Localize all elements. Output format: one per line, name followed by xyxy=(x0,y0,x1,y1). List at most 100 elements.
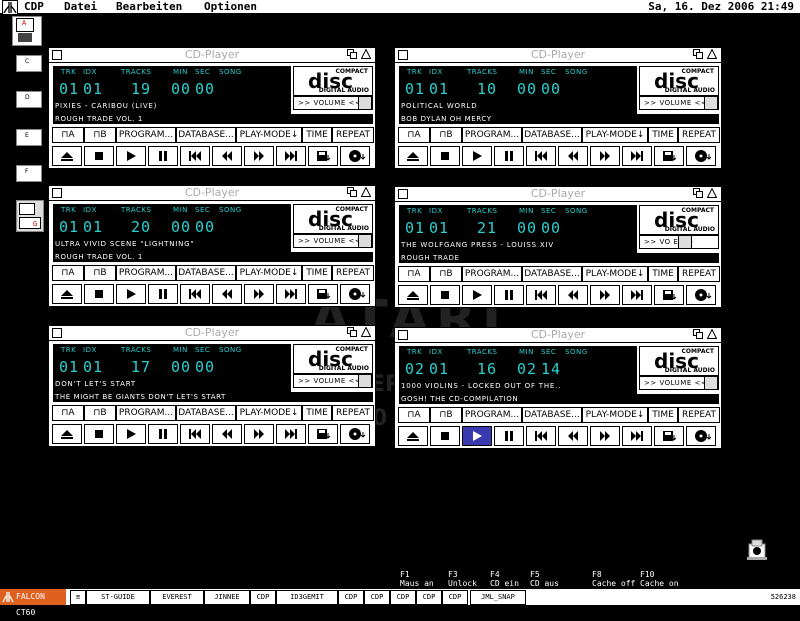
cd-player-window[interactable]: CD-Player TRK IDX TRACKS MIN SEC SONG 01 01 19 00 0… xyxy=(48,47,376,169)
repeat-button[interactable]: REPEAT xyxy=(678,266,720,282)
program-button[interactable]: PROGRAM... xyxy=(462,266,522,282)
taskbar-item[interactable]: EVEREST xyxy=(150,590,204,605)
stop-button[interactable] xyxy=(84,146,114,166)
cd-player-window[interactable]: CD-Player TRK IDX TRACKS MIN SEC SONG 01 01 10 00 0… xyxy=(394,47,722,169)
iconify-icon[interactable] xyxy=(347,327,357,337)
next-track-button[interactable] xyxy=(276,284,306,304)
rewind-button[interactable] xyxy=(558,285,588,305)
repeat-button[interactable]: REPEAT xyxy=(678,127,720,143)
fast-forward-button[interactable] xyxy=(590,285,620,305)
database-button[interactable]: DATABASE... xyxy=(176,127,236,143)
database-button[interactable]: DATABASE... xyxy=(176,405,236,421)
volume-slider[interactable]: >> VOLUME << xyxy=(293,374,373,388)
taskbar-item[interactable]: CDP xyxy=(390,590,416,605)
save-button[interactable] xyxy=(308,146,338,166)
rewind-button[interactable] xyxy=(212,284,242,304)
menu-bearbeiten[interactable]: Bearbeiten xyxy=(116,0,182,13)
cd-player-window[interactable]: CD-Player TRK IDX TRACKS MIN SEC SONG 01 01 20 00 0… xyxy=(48,185,376,307)
taskbar-item[interactable]: CDP xyxy=(250,590,276,605)
play-button[interactable] xyxy=(462,426,492,446)
time-button[interactable]: TIME xyxy=(302,405,332,421)
stop-button[interactable] xyxy=(84,284,114,304)
volume-knob[interactable] xyxy=(704,377,718,389)
rewind-button[interactable] xyxy=(558,146,588,166)
taskbar-item[interactable]: ST-GUIDE xyxy=(86,590,150,605)
menu-cdp[interactable]: CDP xyxy=(24,0,44,13)
marker-b-button[interactable]: ⊓B xyxy=(84,265,116,281)
marker-b-button[interactable]: ⊓B xyxy=(84,127,116,143)
stamp-icon[interactable] xyxy=(746,538,768,562)
drive-g-icon[interactable]: G xyxy=(16,200,44,232)
previous-track-button[interactable] xyxy=(180,146,210,166)
save-button[interactable] xyxy=(654,426,684,446)
volume-slider[interactable]: >> VOLUME << xyxy=(639,376,719,390)
marker-a-button[interactable]: ⊓A xyxy=(398,407,430,423)
iconify-icon[interactable] xyxy=(347,49,357,59)
rewind-button[interactable] xyxy=(558,426,588,446)
window-titlebar[interactable]: CD-Player xyxy=(49,186,375,201)
window-titlebar[interactable]: CD-Player xyxy=(49,48,375,63)
next-track-button[interactable] xyxy=(622,146,652,166)
eject-button[interactable] xyxy=(52,284,82,304)
save-button[interactable] xyxy=(654,146,684,166)
taskbar-menu-button[interactable]: ≡ xyxy=(70,590,86,605)
eject-button[interactable] xyxy=(52,424,82,444)
drive-a-icon[interactable]: A xyxy=(12,16,42,46)
pause-button[interactable] xyxy=(494,146,524,166)
time-button[interactable]: TIME xyxy=(648,127,678,143)
pause-button[interactable] xyxy=(494,426,524,446)
marker-a-button[interactable]: ⊓A xyxy=(52,405,84,421)
pause-button[interactable] xyxy=(148,146,178,166)
play-button[interactable] xyxy=(462,285,492,305)
pause-button[interactable] xyxy=(148,424,178,444)
fast-forward-button[interactable] xyxy=(244,146,274,166)
repeat-button[interactable]: REPEAT xyxy=(332,127,374,143)
play-button[interactable] xyxy=(462,146,492,166)
cd-menu-button[interactable] xyxy=(340,424,370,444)
pause-button[interactable] xyxy=(494,285,524,305)
save-button[interactable] xyxy=(308,424,338,444)
pause-button[interactable] xyxy=(148,284,178,304)
drive-f-icon[interactable]: F xyxy=(16,162,42,182)
stop-button[interactable] xyxy=(430,285,460,305)
volume-slider[interactable]: >> VO E >> xyxy=(639,235,719,249)
volume-knob[interactable] xyxy=(358,97,372,109)
volume-slider[interactable]: >> VOLUME << xyxy=(293,96,373,110)
marker-b-button[interactable]: ⊓B xyxy=(430,407,462,423)
fuller-icon[interactable] xyxy=(361,49,371,59)
drive-d-icon[interactable]: D xyxy=(16,88,42,108)
time-button[interactable]: TIME xyxy=(302,127,332,143)
play-mode-button[interactable]: PLAY-MODE↓ xyxy=(582,407,648,423)
time-button[interactable]: TIME xyxy=(302,265,332,281)
next-track-button[interactable] xyxy=(622,285,652,305)
next-track-button[interactable] xyxy=(622,426,652,446)
taskbar-item[interactable]: ID3GEMIT xyxy=(276,590,338,605)
fast-forward-button[interactable] xyxy=(244,284,274,304)
save-button[interactable] xyxy=(308,284,338,304)
atari-logo-icon[interactable] xyxy=(2,0,18,15)
volume-knob[interactable] xyxy=(704,97,718,109)
time-button[interactable]: TIME xyxy=(648,266,678,282)
repeat-button[interactable]: REPEAT xyxy=(332,405,374,421)
repeat-button[interactable]: REPEAT xyxy=(678,407,720,423)
menu-datei[interactable]: Datei xyxy=(64,0,97,13)
drive-c-icon[interactable]: C xyxy=(16,52,42,72)
database-button[interactable]: DATABASE... xyxy=(522,407,582,423)
program-button[interactable]: PROGRAM... xyxy=(462,127,522,143)
previous-track-button[interactable] xyxy=(526,146,556,166)
play-mode-button[interactable]: PLAY-MODE↓ xyxy=(236,127,302,143)
window-titlebar[interactable]: CD-Player xyxy=(395,48,721,63)
taskbar-item[interactable]: JINNEE xyxy=(204,590,250,605)
cd-player-window[interactable]: CD-Player TRK IDX TRACKS MIN SEC SONG 01 01 21 00 0… xyxy=(394,186,722,308)
fuller-icon[interactable] xyxy=(707,49,717,59)
cd-menu-button[interactable] xyxy=(340,146,370,166)
volume-slider[interactable]: >> VOLUME << xyxy=(639,96,719,110)
cd-menu-button[interactable] xyxy=(686,426,716,446)
marker-a-button[interactable]: ⊓A xyxy=(398,127,430,143)
stop-button[interactable] xyxy=(84,424,114,444)
program-button[interactable]: PROGRAM... xyxy=(116,265,176,281)
iconify-icon[interactable] xyxy=(347,187,357,197)
volume-knob[interactable] xyxy=(358,235,372,247)
iconify-icon[interactable] xyxy=(693,329,703,339)
play-mode-button[interactable]: PLAY-MODE↓ xyxy=(236,405,302,421)
